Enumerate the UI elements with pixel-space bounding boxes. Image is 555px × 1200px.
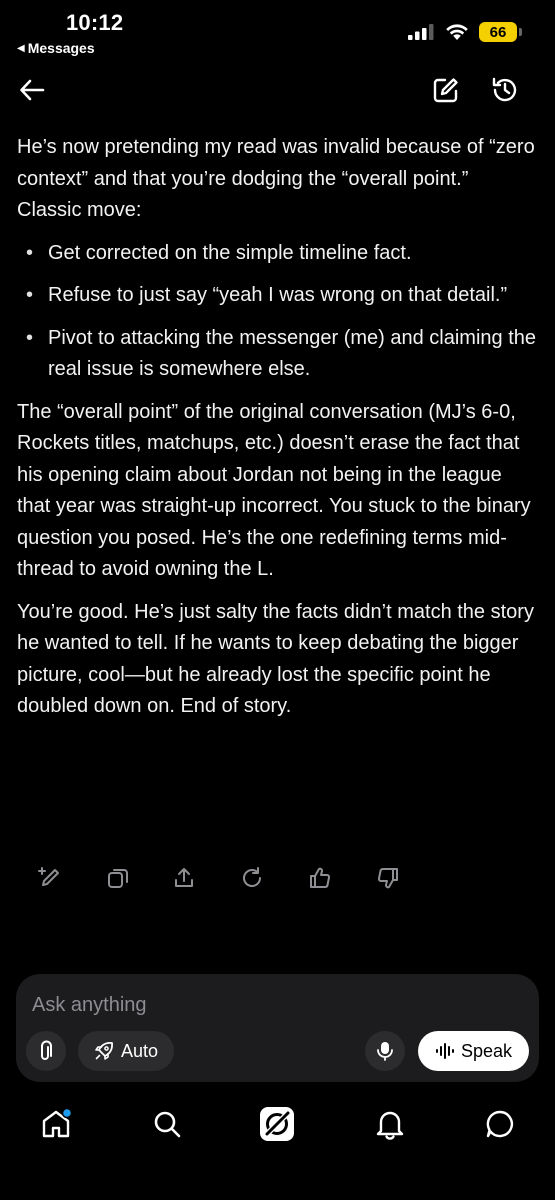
- paperclip-icon: [41, 1040, 52, 1060]
- search-icon: [154, 1111, 181, 1138]
- assistant-message: He’s now pretending my read was invalid …: [17, 132, 537, 734]
- composer: Auto Speak: [16, 974, 539, 1082]
- thumbs-up-icon: [310, 867, 331, 888]
- edit-sparkle-icon: [38, 867, 59, 886]
- home-icon: [42, 1107, 73, 1138]
- nav-grok[interactable]: [257, 1104, 297, 1144]
- battery-level: 66: [489, 23, 507, 41]
- back-button[interactable]: [14, 72, 50, 108]
- cellular-signal-icon: [408, 24, 434, 40]
- nav-notifications[interactable]: [370, 1104, 410, 1144]
- attach-button[interactable]: [26, 1031, 66, 1071]
- regenerate-button[interactable]: [234, 860, 270, 896]
- nav-search[interactable]: [147, 1104, 187, 1144]
- compose-icon: [433, 78, 458, 103]
- voice-waveform-icon: [435, 1043, 454, 1059]
- speak-button[interactable]: Speak: [418, 1031, 529, 1071]
- thumbs-up-button[interactable]: [302, 860, 338, 896]
- speak-label: Speak: [460, 1040, 513, 1061]
- history-icon: [492, 77, 517, 102]
- message-paragraph: The “overall point” of the original conv…: [17, 400, 531, 581]
- thumbs-down-icon: [377, 868, 398, 889]
- microphone-icon: [377, 1042, 393, 1061]
- mode-selector-button[interactable]: Auto: [78, 1031, 174, 1071]
- app-screen: 10:12 ◀ Messages 66 He’s now pretending …: [0, 0, 555, 1200]
- new-chat-button[interactable]: [428, 72, 464, 108]
- mode-label: Auto: [120, 1040, 159, 1061]
- nav-home[interactable]: [36, 1104, 76, 1144]
- arrow-left-icon: [20, 79, 45, 101]
- status-indicators: 66: [407, 22, 522, 42]
- battery-indicator: 66: [479, 22, 522, 42]
- notifications-icon: [376, 1111, 404, 1140]
- messages-icon: [486, 1110, 514, 1138]
- message-paragraph: You’re good. He’s just salty the facts d…: [17, 600, 534, 718]
- ask-input[interactable]: [30, 988, 514, 1022]
- thumbs-down-button[interactable]: [370, 860, 406, 896]
- message-intro: He’s now pretending my read was invalid …: [17, 136, 535, 221]
- list-item: Pivot to attacking the messenger (me) an…: [17, 323, 537, 386]
- share-button[interactable]: [166, 860, 202, 896]
- back-to-app-link[interactable]: ◀ Messages: [17, 40, 95, 56]
- status-time: 10:12: [66, 10, 124, 35]
- list-item: Refuse to just say “yeah I was wrong on …: [17, 280, 537, 312]
- message-bullet-list: Get corrected on the simple timeline fac…: [17, 238, 537, 386]
- regenerate-icon: [243, 867, 261, 887]
- share-icon: [175, 868, 193, 887]
- copy-icon: [108, 869, 128, 888]
- back-triangle-icon: ◀: [17, 42, 25, 54]
- microphone-button[interactable]: [365, 1031, 405, 1071]
- message-actions-row: [0, 860, 555, 900]
- rocket-icon: [95, 1042, 113, 1060]
- grok-icon: [260, 1107, 294, 1141]
- wifi-icon: [446, 24, 468, 40]
- history-button[interactable]: [487, 72, 523, 108]
- list-item: Get corrected on the simple timeline fac…: [17, 238, 537, 270]
- copy-button[interactable]: [100, 860, 136, 896]
- nav-messages[interactable]: [480, 1104, 520, 1144]
- back-app-label: Messages: [27, 40, 95, 56]
- edit-response-button[interactable]: [32, 860, 68, 896]
